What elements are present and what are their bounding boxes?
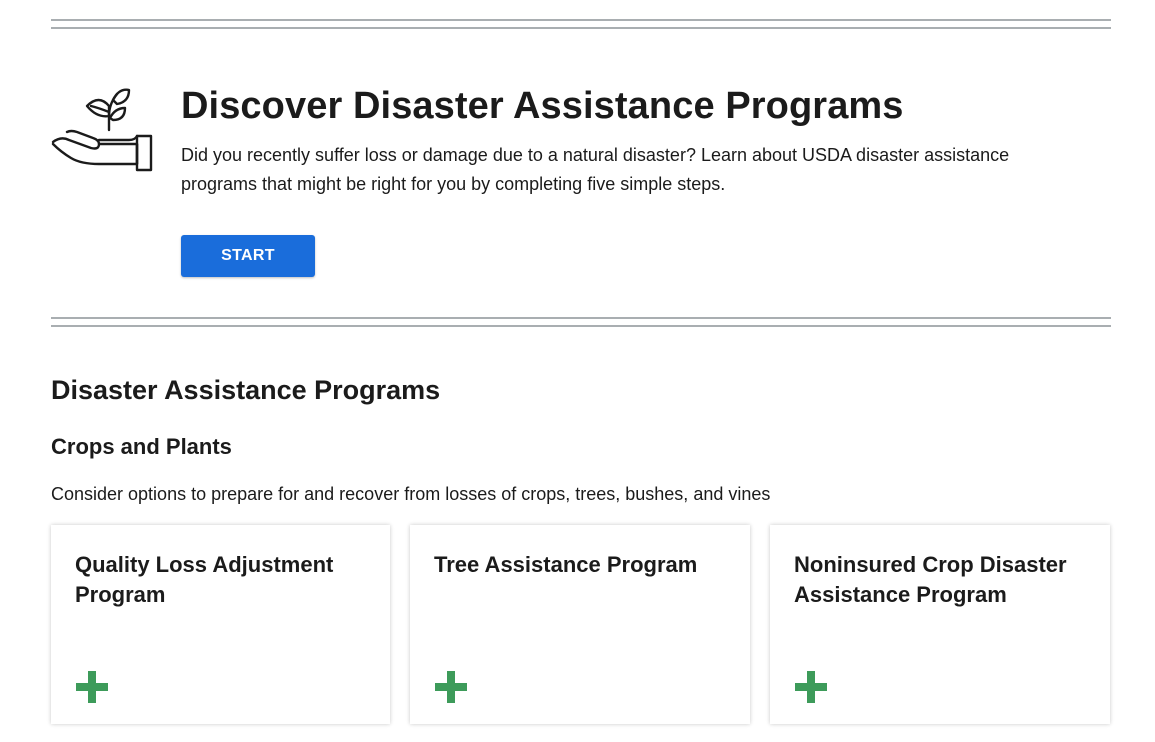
program-card-title: Tree Assistance Program <box>434 552 698 577</box>
program-card[interactable]: Quality Loss Adjustment Program <box>51 525 390 724</box>
top-divider <box>51 19 1111 29</box>
plus-icon[interactable] <box>794 670 828 704</box>
plus-icon[interactable] <box>434 670 468 704</box>
program-card[interactable]: Tree Assistance Program <box>410 525 750 724</box>
category-description: Consider options to prepare for and reco… <box>51 484 771 504</box>
program-card-title: Noninsured Crop Disaster Assistance Prog… <box>794 552 1067 607</box>
program-card-title: Quality Loss Adjustment Program <box>75 552 334 607</box>
intro-text: Did you recently suffer loss or damage d… <box>181 145 1010 194</box>
program-card[interactable]: Noninsured Crop Disaster Assistance Prog… <box>770 525 1110 724</box>
start-button[interactable]: START <box>181 235 315 277</box>
page-title: Discover Disaster Assistance Programs <box>181 85 904 127</box>
page: Discover Disaster Assistance Programs Di… <box>0 0 1155 742</box>
section-divider <box>51 317 1111 327</box>
category-title: Crops and Plants <box>51 434 232 459</box>
plus-icon[interactable] <box>75 670 109 704</box>
plant-in-hand-icon <box>51 86 153 174</box>
section-title: Disaster Assistance Programs <box>51 375 441 405</box>
